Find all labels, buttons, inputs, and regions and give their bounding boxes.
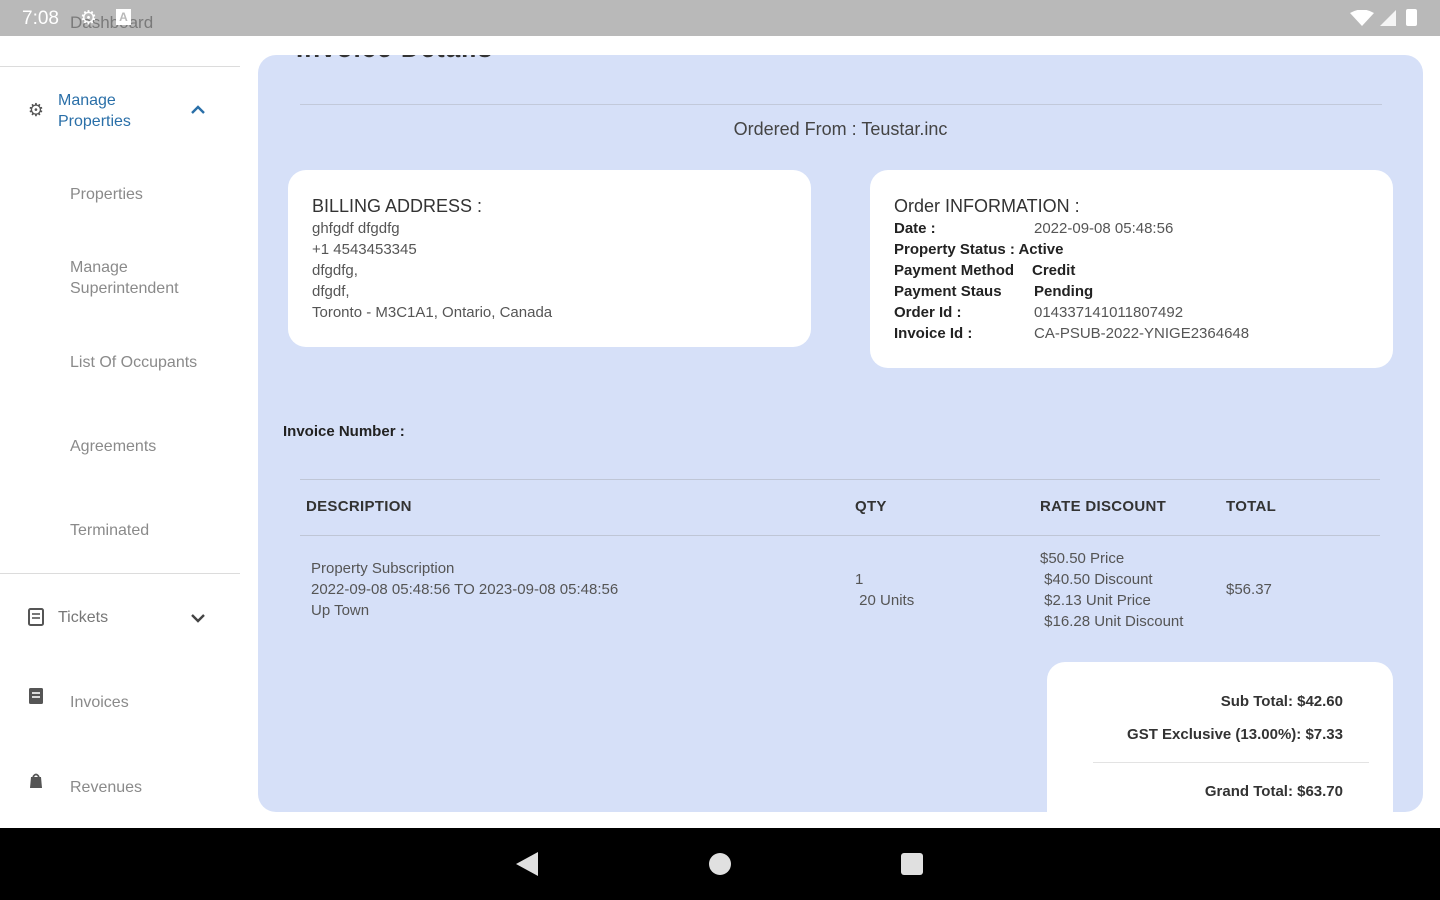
battery-icon — [1406, 9, 1417, 26]
order-info-heading: Order INFORMATION : — [894, 196, 1080, 216]
sidebar: ⚙ Manage Properties Properties Manage Su… — [0, 36, 240, 828]
status-bar: Dashboard 7:08 ⚙ A — [0, 0, 1440, 36]
row-total: $56.37 — [1226, 581, 1272, 598]
payment-method-value: Credit — [1032, 262, 1076, 279]
chevron-up-icon[interactable] — [188, 100, 208, 120]
payment-method-label: Payment Method — [894, 262, 1015, 279]
property-status: Property Status : Active — [894, 241, 1064, 258]
signal-icon — [1380, 10, 1396, 26]
gear-icon: ⚙ — [80, 8, 98, 29]
sidebar-item-label: Invoices — [70, 694, 129, 711]
order-information-box: Order INFORMATION : Date : 2022-09-08 05… — [870, 170, 1393, 368]
column-header-description: DESCRIPTION — [306, 498, 412, 515]
billing-address-box: BILLING ADDRESS : ghfgdf dfgdfg +1 45434… — [288, 170, 811, 347]
totals-box: Sub Total: $42.60 GST Exclusive (13.00%)… — [1047, 662, 1393, 812]
sidebar-subitem-manage-superintendent[interactable]: Manage Superintendent — [70, 257, 200, 299]
page-title: Invoice Details — [296, 55, 493, 64]
ordered-from-text: Ordered From : Teustar.inc — [733, 119, 948, 139]
sidebar-item-invoices[interactable]: Invoices — [0, 686, 240, 716]
payment-status-value: Pending — [1034, 283, 1094, 300]
table-header-border — [300, 535, 1380, 536]
billing-city: Toronto - M3C1A1, Ontario, Canada — [312, 304, 553, 321]
totals-divider — [1093, 762, 1369, 763]
invoice-details-card: Invoice Details Ordered From : Teustar.i… — [258, 55, 1423, 812]
sidebar-subitem-properties[interactable]: Properties — [70, 184, 230, 205]
back-icon[interactable] — [516, 852, 538, 876]
billing-heading: BILLING ADDRESS : — [312, 196, 483, 216]
status-time: 7:08 — [22, 8, 59, 29]
home-icon[interactable] — [709, 853, 731, 875]
sidebar-subitem-list-of-occupants[interactable]: List Of Occupants — [70, 352, 230, 373]
grand-total: Grand Total: $63.70 — [1204, 783, 1343, 800]
description-title: Property Subscription — [311, 560, 455, 577]
rate-unit-price: $2.13 Unit Price — [1040, 592, 1151, 609]
column-header-rate-discount: RATE DISCOUNT — [1040, 498, 1167, 515]
qty-units: 20 Units — [855, 592, 915, 609]
billing-address-line-1: dfgdfg, — [312, 262, 358, 279]
recents-icon[interactable] — [901, 853, 923, 875]
date-value: 2022-09-08 05:48:56 — [1034, 220, 1174, 237]
payment-status-label: Payment Staus — [894, 283, 1002, 300]
date-label: Date : — [894, 220, 936, 237]
sidebar-divider — [0, 66, 240, 67]
table-top-border — [300, 479, 1380, 480]
chevron-down-icon[interactable] — [188, 608, 208, 628]
qty-value: 1 — [855, 571, 864, 588]
invoice-icon — [29, 688, 43, 704]
billing-phone: +1 4543453345 — [312, 241, 417, 258]
gear-icon: ⚙ — [27, 100, 45, 120]
system-navigation-bar — [0, 828, 1440, 900]
header-divider — [300, 104, 1382, 105]
order-id-label: Order Id : — [894, 304, 962, 321]
sidebar-divider — [0, 573, 240, 574]
rate-discount: $40.50 Discount — [1040, 571, 1153, 588]
gst-total: GST Exclusive (13.00%): $7.33 — [1127, 726, 1343, 743]
billing-name: ghfgdf dfgdfg — [312, 220, 400, 237]
sidebar-item-manage-properties[interactable]: ⚙ Manage Properties — [0, 86, 240, 136]
sidebar-item-tickets[interactable]: Tickets — [0, 602, 240, 632]
rate-price: $50.50 Price — [1040, 550, 1125, 567]
invoice-id-value: CA-PSUB-2022-YNIGE2364648 — [1034, 325, 1250, 342]
ticket-icon — [28, 608, 44, 626]
sidebar-item-label: Revenues — [70, 779, 143, 796]
revenue-icon — [30, 773, 42, 788]
sidebar-item-label: Tickets — [58, 609, 109, 626]
column-header-qty: QTY — [855, 498, 887, 515]
sidebar-subitem-agreements[interactable]: Agreements — [70, 436, 230, 457]
sidebar-subitem-terminated[interactable]: Terminated — [70, 520, 230, 541]
invoice-id-label: Invoice Id : — [894, 325, 973, 342]
a-notification-icon: A — [116, 9, 131, 25]
rate-unit-discount: $16.28 Unit Discount — [1040, 613, 1184, 630]
sidebar-item-label: Manage Properties — [58, 92, 131, 130]
column-header-total: TOTAL — [1226, 498, 1277, 515]
sub-total: Sub Total: $42.60 — [1220, 693, 1343, 710]
invoice-number-label: Invoice Number : — [283, 423, 405, 440]
wifi-icon — [1350, 10, 1374, 26]
description-period: 2022-09-08 05:48:56 TO 2023-09-08 05:48:… — [311, 581, 619, 598]
order-id-value: 014337141011807492 — [1034, 304, 1184, 321]
billing-address-line-2: dfgdf, — [312, 283, 350, 300]
sidebar-item-revenues[interactable]: Revenues — [0, 771, 240, 801]
description-location: Up Town — [311, 602, 370, 619]
